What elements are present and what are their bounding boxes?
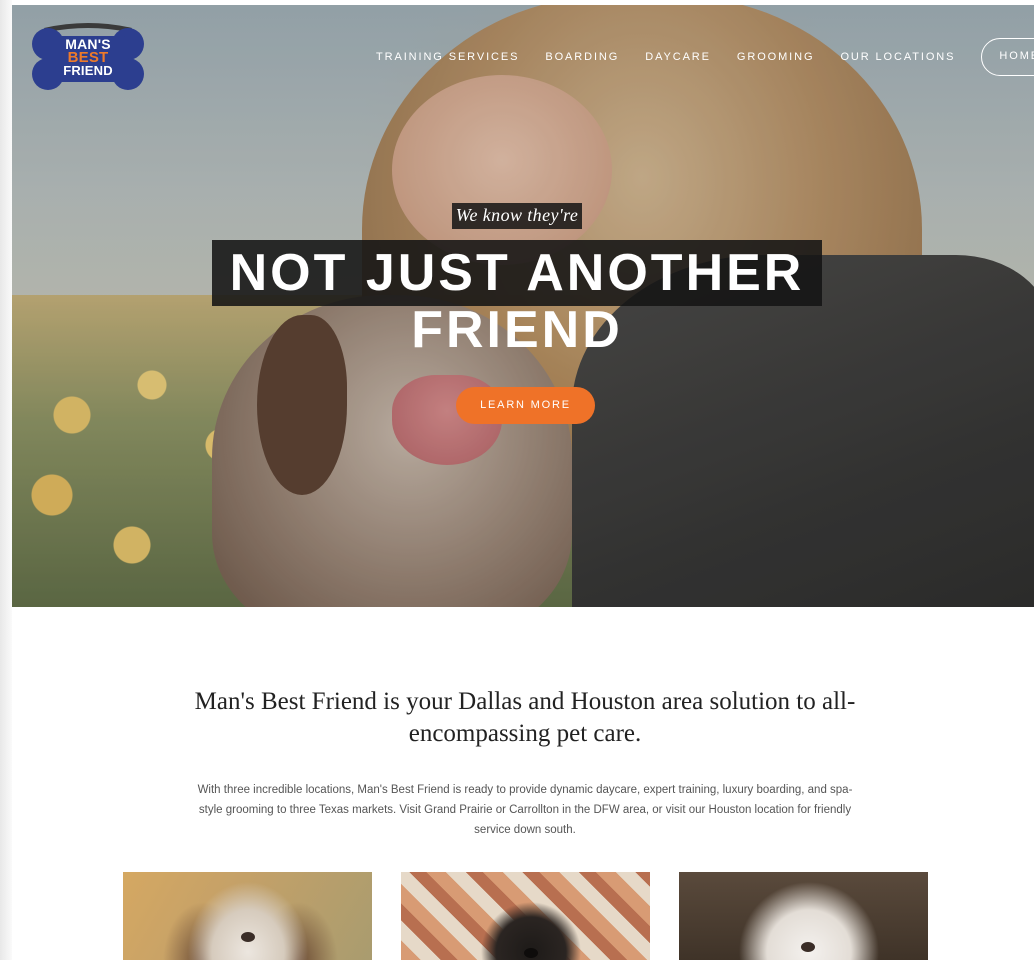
dog-nose-icon — [241, 932, 255, 942]
nav-our-locations[interactable]: OUR LOCATIONS — [840, 51, 955, 63]
logo-line-3: FRIEND — [63, 63, 113, 78]
nav-home-button[interactable]: HOME — [981, 38, 1034, 76]
hero-title: NOT JUST ANOTHER FRIEND — [0, 240, 1034, 356]
service-card-image-3[interactable] — [679, 872, 928, 960]
hero-kicker: We know they're — [0, 203, 1034, 229]
nav-grooming[interactable]: GROOMING — [737, 51, 815, 63]
dog-nose-icon — [801, 942, 815, 952]
nav-boarding[interactable]: BOARDING — [545, 51, 619, 63]
page: MAN'S BEST FRIEND TRAINING SERVICES BOAR… — [0, 0, 1034, 960]
intro-heading: Man's Best Friend is your Dallas and Hou… — [194, 688, 856, 747]
site-logo[interactable]: MAN'S BEST FRIEND — [30, 22, 146, 94]
page-edge-shadow — [0, 0, 12, 960]
intro-body: With three incredible locations, Man's B… — [197, 784, 853, 836]
dog-nose-icon — [524, 948, 538, 958]
nav-training-services[interactable]: TRAINING SERVICES — [376, 51, 519, 63]
learn-more-button[interactable]: LEARN MORE — [456, 387, 595, 424]
service-card-image-1[interactable] — [123, 872, 372, 960]
logo-text: MAN'S BEST FRIEND — [30, 37, 146, 78]
main-nav: TRAINING SERVICES BOARDING DAYCARE GROOM… — [376, 38, 1034, 76]
hero-title-line-1: NOT JUST ANOTHER — [211, 240, 823, 306]
hero-kicker-text: We know they're — [451, 203, 583, 229]
service-card-image-2[interactable] — [401, 872, 650, 960]
hero-title-line-2: FRIEND — [411, 301, 623, 359]
nav-daycare[interactable]: DAYCARE — [645, 51, 711, 63]
